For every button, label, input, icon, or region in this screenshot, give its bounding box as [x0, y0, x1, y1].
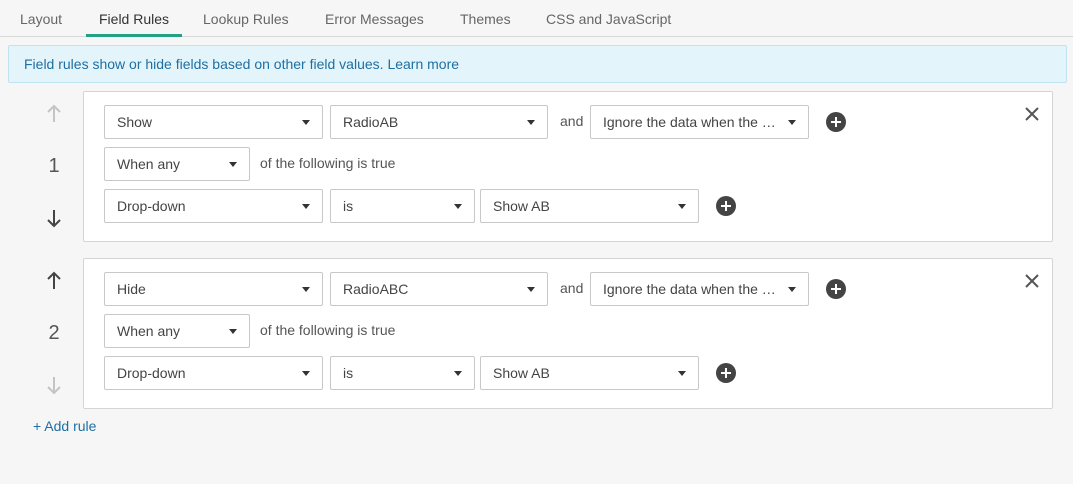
target-field-select[interactable]: RadioAB [330, 105, 548, 139]
chevron-down-icon [302, 120, 310, 125]
condition-value-select[interactable]: Show AB [480, 356, 699, 390]
active-tab-indicator [86, 34, 182, 37]
data-option-value: Ignore the data when the … [603, 114, 776, 130]
chevron-down-icon [454, 371, 462, 376]
chevron-down-icon [302, 371, 310, 376]
move-up-arrow-icon [40, 104, 68, 128]
condition-value-select[interactable]: Show AB [480, 189, 699, 223]
data-option-select[interactable]: Ignore the data when the … [590, 272, 809, 306]
match-suffix-label: of the following is true [260, 322, 396, 338]
chevron-down-icon [678, 371, 686, 376]
add-condition-plus-icon[interactable] [716, 363, 736, 383]
condition-value-value: Show AB [493, 198, 550, 214]
rule-number: 2 [48, 322, 60, 344]
add-action-plus-icon[interactable] [826, 279, 846, 299]
match-suffix-label: of the following is true [260, 155, 396, 171]
condition-value-value: Show AB [493, 365, 550, 381]
banner-text: Field rules show or hide fields based on… [24, 56, 384, 72]
remove-rule-close-icon[interactable] [1023, 272, 1041, 290]
move-down-arrow-icon[interactable] [40, 208, 68, 232]
condition-field-value: Drop-down [117, 198, 186, 214]
target-field-value: RadioABC [343, 281, 409, 297]
data-option-value: Ignore the data when the … [603, 281, 776, 297]
match-select[interactable]: When any [104, 314, 250, 348]
condition-operator-value: is [343, 365, 354, 381]
tab-error-messages[interactable]: Error Messages [325, 11, 424, 37]
rule-card-2: Hide RadioABC and Ignore the data when t… [83, 258, 1053, 409]
chevron-down-icon [678, 204, 686, 209]
chevron-down-icon [454, 204, 462, 209]
move-down-arrow-icon [40, 375, 68, 399]
and-label: and [560, 280, 584, 296]
chevron-down-icon [527, 120, 535, 125]
remove-rule-close-icon[interactable] [1023, 105, 1041, 123]
action-select[interactable]: Show [104, 105, 323, 139]
add-action-plus-icon[interactable] [826, 112, 846, 132]
condition-field-select[interactable]: Drop-down [104, 356, 323, 390]
and-label: and [560, 113, 584, 129]
match-select-value: When any [117, 323, 181, 339]
add-condition-plus-icon[interactable] [716, 196, 736, 216]
chevron-down-icon [302, 204, 310, 209]
chevron-down-icon [229, 329, 237, 334]
tab-css-and-javascript[interactable]: CSS and JavaScript [546, 11, 671, 37]
chevron-down-icon [229, 162, 237, 167]
match-select[interactable]: When any [104, 147, 250, 181]
chevron-down-icon [302, 287, 310, 292]
tab-layout[interactable]: Layout [20, 11, 62, 37]
rule-card-1: Show RadioAB and Ignore the data when th… [83, 91, 1053, 242]
action-select-value: Show [117, 114, 153, 130]
move-up-arrow-icon[interactable] [40, 271, 68, 295]
chevron-down-icon [788, 287, 796, 292]
target-field-value: RadioAB [343, 114, 399, 130]
tab-bar: Layout Field Rules Lookup Rules Error Me… [0, 0, 1073, 37]
tab-themes[interactable]: Themes [460, 11, 511, 37]
data-option-select[interactable]: Ignore the data when the … [590, 105, 809, 139]
action-select-value: Hide [117, 281, 146, 297]
condition-operator-select[interactable]: is [330, 356, 475, 390]
condition-operator-value: is [343, 198, 354, 214]
chevron-down-icon [788, 120, 796, 125]
target-field-select[interactable]: RadioABC [330, 272, 548, 306]
info-banner: Field rules show or hide fields based on… [8, 45, 1067, 83]
rule-number: 1 [48, 155, 60, 177]
learn-more-link[interactable]: Learn more [387, 56, 459, 72]
condition-field-value: Drop-down [117, 365, 186, 381]
action-select[interactable]: Hide [104, 272, 323, 306]
condition-field-select[interactable]: Drop-down [104, 189, 323, 223]
add-rule-link[interactable]: + Add rule [33, 418, 96, 434]
tab-lookup-rules[interactable]: Lookup Rules [203, 11, 289, 37]
chevron-down-icon [527, 287, 535, 292]
match-select-value: When any [117, 156, 181, 172]
condition-operator-select[interactable]: is [330, 189, 475, 223]
